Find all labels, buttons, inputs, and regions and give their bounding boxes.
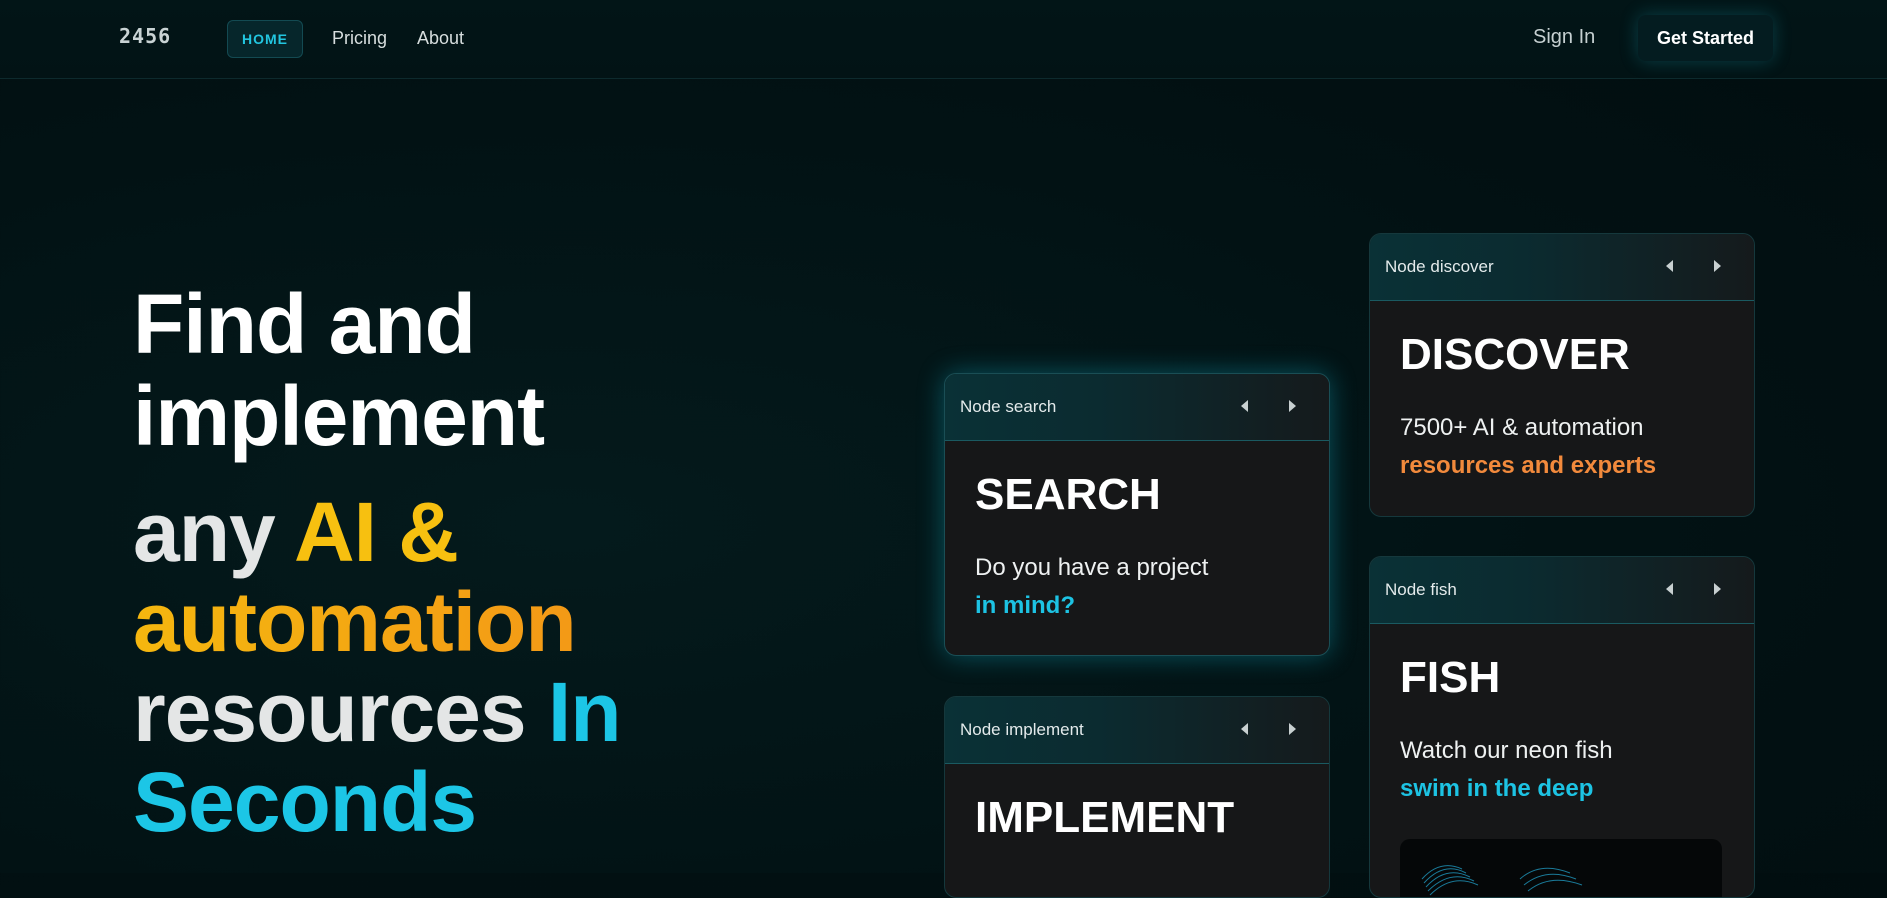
card-search-header-label: Node search (960, 397, 1057, 416)
card-search-text: Do you have a project in mind? (975, 549, 1208, 625)
card-fish[interactable]: Node fish FISH Watch our neon fish swim … (1369, 556, 1755, 898)
card-discover-header-label: Node discover (1385, 257, 1494, 276)
nav-about[interactable]: About (417, 28, 464, 49)
arrow-left-icon[interactable] (1666, 260, 1673, 272)
card-fish-accent: swim in the deep (1400, 775, 1594, 802)
hero-line-4: automation (133, 580, 621, 664)
card-implement-header-label: Node implement (960, 720, 1084, 739)
card-discover-line: 7500+ AI & automation (1400, 414, 1644, 441)
card-discover[interactable]: Node discover DISCOVER 7500+ AI & automa… (1369, 233, 1755, 517)
arrow-left-icon[interactable] (1666, 583, 1673, 595)
card-search[interactable]: Node search SEARCH Do you have a project… (944, 373, 1330, 656)
hero-line-5: resources In (133, 670, 622, 754)
card-discover-title: DISCOVER (1400, 330, 1630, 379)
arrow-right-icon[interactable] (1289, 400, 1296, 412)
card-fish-header: Node fish (1370, 557, 1754, 624)
arrow-left-icon[interactable] (1241, 400, 1248, 412)
card-fish-title: FISH (1400, 653, 1501, 702)
card-implement-header: Node implement (945, 697, 1329, 764)
card-implement-title: IMPLEMENT (975, 793, 1235, 842)
arrow-left-icon[interactable] (1241, 723, 1248, 735)
hero-line-2: implement (133, 369, 545, 463)
arrow-right-icon[interactable] (1714, 583, 1721, 595)
card-search-header: Node search (945, 374, 1329, 441)
sign-in-link[interactable]: Sign In (1533, 26, 1595, 49)
card-fish-text: Watch our neon fish swim in the deep (1400, 732, 1613, 808)
card-implement[interactable]: Node implement IMPLEMENT (944, 696, 1330, 898)
hero-line-6: Seconds (133, 755, 477, 849)
hero-text-resources: resources (133, 665, 548, 759)
card-search-title: SEARCH (975, 470, 1161, 519)
card-fish-line: Watch our neon fish (1400, 737, 1613, 764)
nav-pricing[interactable]: Pricing (332, 28, 387, 49)
card-search-line: Do you have a project (975, 554, 1209, 581)
card-fish-header-label: Node fish (1385, 580, 1457, 599)
get-started-button[interactable]: Get Started (1638, 15, 1773, 61)
fish-animation-image (1400, 839, 1722, 897)
hero-text-in: In (547, 665, 622, 759)
hero-line-1: Find and (133, 277, 476, 371)
hero-heading: Find and implement any AI & automation r… (133, 277, 622, 849)
card-discover-accent: resources and experts (1400, 452, 1657, 479)
hero-text-ai: AI & (293, 485, 459, 579)
neon-fish-graphic (1421, 865, 1583, 896)
arrow-right-icon[interactable] (1714, 260, 1721, 272)
hero-line-3: any AI & (133, 490, 621, 574)
hero-text-any: any (133, 485, 294, 579)
nav-home[interactable]: HOME (227, 20, 303, 58)
top-navigation: 2456 HOME Pricing About Sign In Get Star… (0, 0, 1887, 79)
logo[interactable]: 2456 (119, 24, 171, 48)
arrow-right-icon[interactable] (1289, 723, 1296, 735)
card-discover-text: 7500+ AI & automation resources and expe… (1400, 409, 1656, 485)
card-search-accent: in mind? (975, 592, 1075, 619)
card-discover-header: Node discover (1370, 234, 1754, 301)
